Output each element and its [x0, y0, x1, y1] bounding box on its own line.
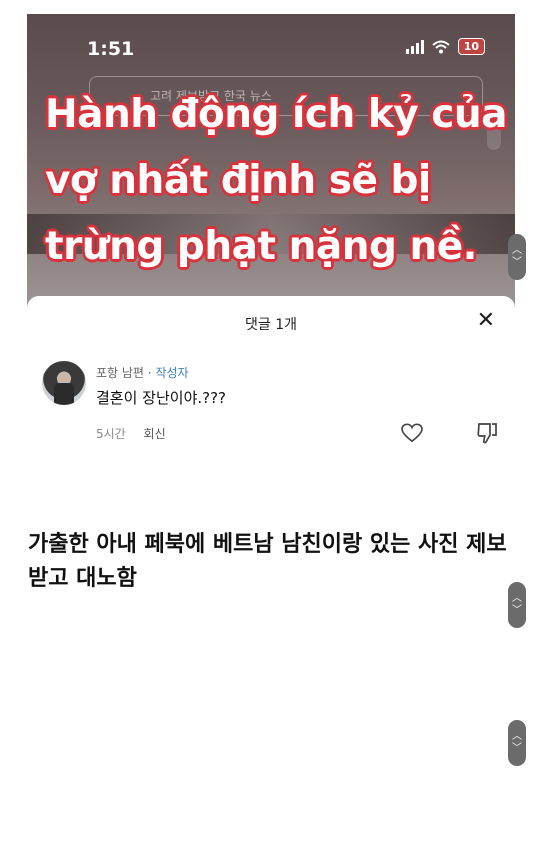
caption-line-2: vợ nhất định sẽ bị [45, 158, 431, 203]
dislike-icon[interactable] [477, 422, 497, 444]
comment-author[interactable]: 포항 남편 [96, 366, 144, 380]
wifi-icon [432, 40, 450, 53]
author-separator: · [143, 366, 156, 380]
status-time: 1:51 [87, 38, 135, 60]
chevron-down-icon: ﹀ [512, 605, 522, 616]
scroll-button-2[interactable]: ︿ ﹀ [508, 582, 526, 628]
comments-sheet: 댓글 1개 ✕ 포항 남편 · 작성자 결혼이 장난이야.??? 5시간 회신 [27, 296, 515, 478]
author-badge: 작성자 [155, 366, 189, 380]
comment-text: 결혼이 장난이야.??? [96, 389, 227, 407]
status-icons: 10 [405, 38, 485, 55]
avatar[interactable] [42, 361, 86, 405]
signal-icon [405, 39, 424, 54]
chevron-up-icon: ︿ [512, 731, 522, 742]
comment-author-line: 포항 남편 · 작성자 [96, 364, 189, 381]
chevron-down-icon: ﹀ [512, 743, 522, 754]
video-caption: Hành động ích kỷ của vợ nhất định sẽ bị … [45, 82, 515, 280]
scroll-button-3[interactable]: ︿ ﹀ [508, 720, 526, 766]
comment-time: 5시간 [96, 427, 126, 441]
comment-meta: 5시간 회신 [96, 425, 166, 442]
heart-icon[interactable] [401, 423, 423, 443]
reply-button[interactable]: 회신 [144, 427, 166, 441]
battery-icon: 10 [457, 38, 485, 55]
caption-line-3: trừng phạt nặng nề. [45, 224, 478, 269]
close-icon[interactable]: ✕ [477, 310, 495, 332]
video-frame[interactable]: 1:51 10 고려 제보받고 한국 뉴스 Hành động ích kỷ c… [27, 14, 515, 314]
scroll-button-1[interactable]: ︿ ﹀ [508, 234, 526, 280]
chevron-down-icon: ﹀ [512, 257, 522, 268]
comments-title: 댓글 1개 [245, 317, 297, 333]
chevron-up-icon: ︿ [512, 245, 522, 256]
caption-line-1: Hành động ích kỷ của [45, 92, 508, 137]
post-headline: 가출한 아내 페북에 베트남 남친이랑 있는 사진 제보받고 대노함 [28, 532, 507, 591]
chevron-up-icon: ︿ [512, 593, 522, 604]
